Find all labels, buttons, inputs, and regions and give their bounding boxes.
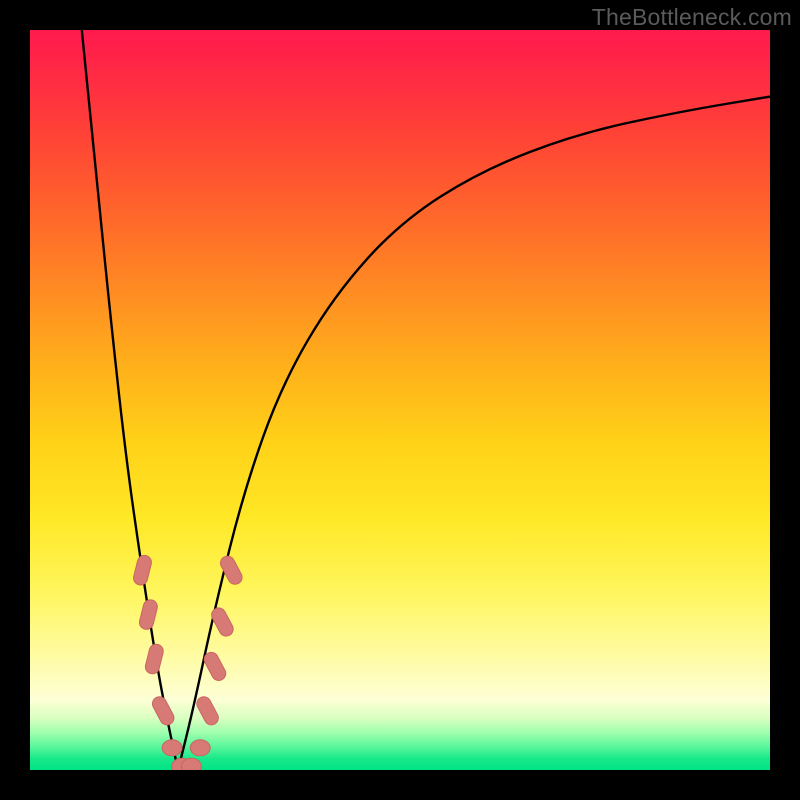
chart-frame: TheBottleneck.com bbox=[0, 0, 800, 800]
data-marker bbox=[138, 598, 159, 630]
data-marker bbox=[132, 554, 153, 586]
data-marker bbox=[190, 740, 210, 756]
data-marker bbox=[144, 643, 165, 675]
data-marker bbox=[202, 650, 228, 683]
data-marker bbox=[194, 694, 220, 727]
watermark-text: TheBottleneck.com bbox=[592, 4, 792, 31]
left-branch-curve bbox=[82, 30, 178, 770]
data-marker bbox=[181, 758, 201, 770]
marker-layer bbox=[132, 554, 244, 770]
data-marker bbox=[150, 694, 176, 727]
data-marker bbox=[162, 740, 182, 756]
curve-layer bbox=[30, 30, 770, 770]
plot-area bbox=[30, 30, 770, 770]
right-branch-curve bbox=[178, 97, 770, 770]
